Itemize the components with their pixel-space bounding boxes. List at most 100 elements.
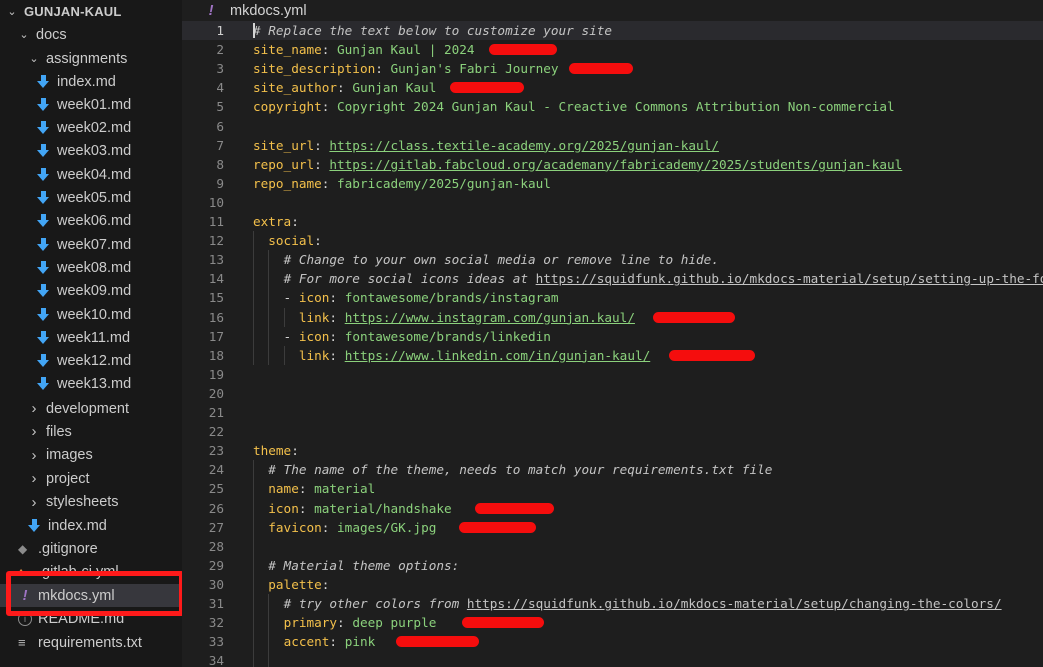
code-line[interactable]: 5 copyright: Copyright 2024 Gunjan Kaul -…	[182, 97, 1043, 116]
file-docs-index[interactable]: index.md	[0, 514, 182, 537]
folder-assignments[interactable]: ⌄ assignments	[0, 47, 182, 70]
redaction-mark	[569, 63, 633, 75]
code-line[interactable]: 14 # For more social icons ideas at http…	[182, 269, 1043, 288]
code-line[interactable]: 4 site_author: Gunjan Kaul	[182, 78, 1043, 97]
code-line[interactable]: 13 # Change to your own social media or …	[182, 250, 1043, 269]
folder-project[interactable]: › project	[0, 467, 182, 490]
line-number: 2	[216, 42, 224, 58]
code-editor[interactable]: ! mkdocs.yml 1 # Replace the text below t…	[182, 0, 1043, 667]
line-number: 5	[216, 99, 224, 115]
code-line[interactable]: 16 link: https://www.instagram.com/gunja…	[182, 308, 1043, 327]
line-number: 30	[208, 576, 224, 592]
code-line[interactable]: 34	[182, 651, 1043, 667]
code-line[interactable]: 1 # Replace the text below to customize y…	[182, 21, 1043, 40]
code-token: https://www.instagram.com/gunjan.kaul/	[344, 309, 635, 325]
code-text: # Change to your own social media or rem…	[253, 250, 719, 269]
code-line[interactable]: 17 - icon: fontawesome/brands/linkedin	[182, 327, 1043, 346]
code-line[interactable]: 27 favicon: images/GK.jpg	[182, 518, 1043, 537]
tab-mkdocs-yml[interactable]: ! mkdocs.yml	[182, 0, 307, 22]
explorer-root-folder[interactable]: ⌄ GUNJAN-KAUL	[0, 0, 182, 23]
code-line[interactable]: 12 social:	[182, 231, 1043, 250]
code-token: images/GK.jpg	[337, 519, 437, 535]
text-file-icon: ≡	[18, 635, 26, 650]
file-assignment[interactable]: week04.md	[0, 163, 182, 186]
file-assignment[interactable]: week08.md	[0, 256, 182, 279]
gitlab-icon: ♦	[18, 564, 25, 579]
markdown-icon	[37, 354, 51, 368]
code-line[interactable]: 10	[182, 193, 1043, 212]
code-line[interactable]: 33 accent: pink	[182, 632, 1043, 651]
line-number: 27	[208, 519, 224, 535]
code-token: :	[291, 214, 299, 229]
code-token: theme	[253, 443, 292, 459]
code-token: :	[321, 99, 338, 115]
code-line[interactable]: 32 primary: deep purple	[182, 613, 1043, 632]
file-assignment[interactable]: week05.md	[0, 187, 182, 210]
code-token: site_url	[253, 137, 315, 153]
code-line[interactable]: 15 - icon: fontawesome/brands/instagram	[182, 288, 1043, 307]
code-line[interactable]: 30 palette:	[182, 575, 1043, 594]
git-icon: ◆	[18, 541, 28, 556]
code-line[interactable]: 29 # Material theme options:	[182, 556, 1043, 575]
code-line[interactable]: 25 name: material	[182, 479, 1043, 498]
indent-guide	[284, 345, 285, 365]
file-assignment[interactable]: week09.md	[0, 280, 182, 303]
code-token: :	[291, 443, 299, 459]
file-assignment[interactable]: week02.md	[0, 117, 182, 140]
code-line[interactable]: 31 # try other colors from https://squid…	[182, 594, 1043, 613]
file-assignment[interactable]: index.md	[0, 70, 182, 93]
folder-development[interactable]: › development	[0, 397, 182, 420]
code-token: Gunjan Kaul	[352, 80, 437, 96]
code-text: site_description: Gunjan's Fabri Journey	[253, 59, 559, 78]
file-assignment[interactable]: week12.md	[0, 350, 182, 373]
code-token: # try other colors from	[283, 596, 467, 611]
folder-files[interactable]: › files	[0, 420, 182, 443]
code-text: repo_url: https://gitlab.fabcloud.org/ac…	[253, 155, 902, 174]
folder-stylesheets[interactable]: › stylesheets	[0, 491, 182, 514]
code-line[interactable]: 7 site_url: https://class.textile-academy…	[182, 136, 1043, 155]
code-token: https://squidfunk.github.io/mkdocs-mater…	[535, 271, 1043, 287]
file-requirements[interactable]: ≡ requirements.txt	[0, 631, 182, 654]
folder-label: docs	[36, 26, 67, 43]
code-token: # Material theme options:	[268, 557, 460, 573]
redaction-mark	[489, 44, 557, 56]
code-line[interactable]: 24 # The name of the theme, needs to mat…	[182, 460, 1043, 479]
file-assignment[interactable]: week10.md	[0, 303, 182, 326]
file-assignment[interactable]: week06.md	[0, 210, 182, 233]
folder-images[interactable]: › images	[0, 444, 182, 467]
code-line[interactable]: 6	[182, 117, 1043, 136]
code-line[interactable]: 22	[182, 422, 1043, 441]
code-line[interactable]: 26 icon: material/handshake	[182, 499, 1043, 518]
code-line[interactable]: 19	[182, 365, 1043, 384]
code-line[interactable]: 21	[182, 403, 1043, 422]
code-line[interactable]: 23 theme:	[182, 441, 1043, 460]
file-readme[interactable]: i README.md	[0, 607, 182, 630]
tab-label: mkdocs.yml	[230, 3, 307, 19]
file-label: week04.md	[57, 166, 132, 183]
file-assignment[interactable]: week13.md	[0, 373, 182, 396]
file-gitlab-ci[interactable]: ♦ .gitlab-ci.yml	[0, 560, 182, 583]
code-line[interactable]: 11 extra:	[182, 212, 1043, 231]
file-assignment[interactable]: week07.md	[0, 233, 182, 256]
file-assignment[interactable]: week01.md	[0, 93, 182, 116]
folder-label: images	[46, 447, 93, 464]
code-line[interactable]: 18 link: https://www.linkedin.com/in/gun…	[182, 346, 1043, 365]
file-mkdocs-yml[interactable]: ! mkdocs.yml	[0, 584, 182, 607]
code-token: link	[298, 309, 330, 325]
code-line[interactable]: 8 repo_url: https://gitlab.fabcloud.org/a…	[182, 155, 1043, 174]
code-line[interactable]: 2 site_name: Gunjan Kaul | 2024	[182, 40, 1043, 59]
code-text: primary: deep purple	[253, 613, 437, 632]
folder-docs[interactable]: ⌄ docs	[0, 23, 182, 46]
file-assignment[interactable]: week03.md	[0, 140, 182, 163]
code-token: :	[314, 137, 330, 153]
code-line[interactable]: 9 repo_name: fabricademy/2025/gunjan-kaul	[182, 174, 1043, 193]
markdown-icon	[37, 307, 51, 322]
code-line[interactable]: 28	[182, 537, 1043, 556]
code-token: -	[253, 290, 299, 306]
line-number: 6	[216, 118, 224, 134]
code-line[interactable]: 20	[182, 384, 1043, 403]
file-assignment[interactable]: week11.md	[0, 326, 182, 349]
file-gitignore[interactable]: ◆ .gitignore	[0, 537, 182, 560]
markdown-icon	[37, 191, 51, 205]
